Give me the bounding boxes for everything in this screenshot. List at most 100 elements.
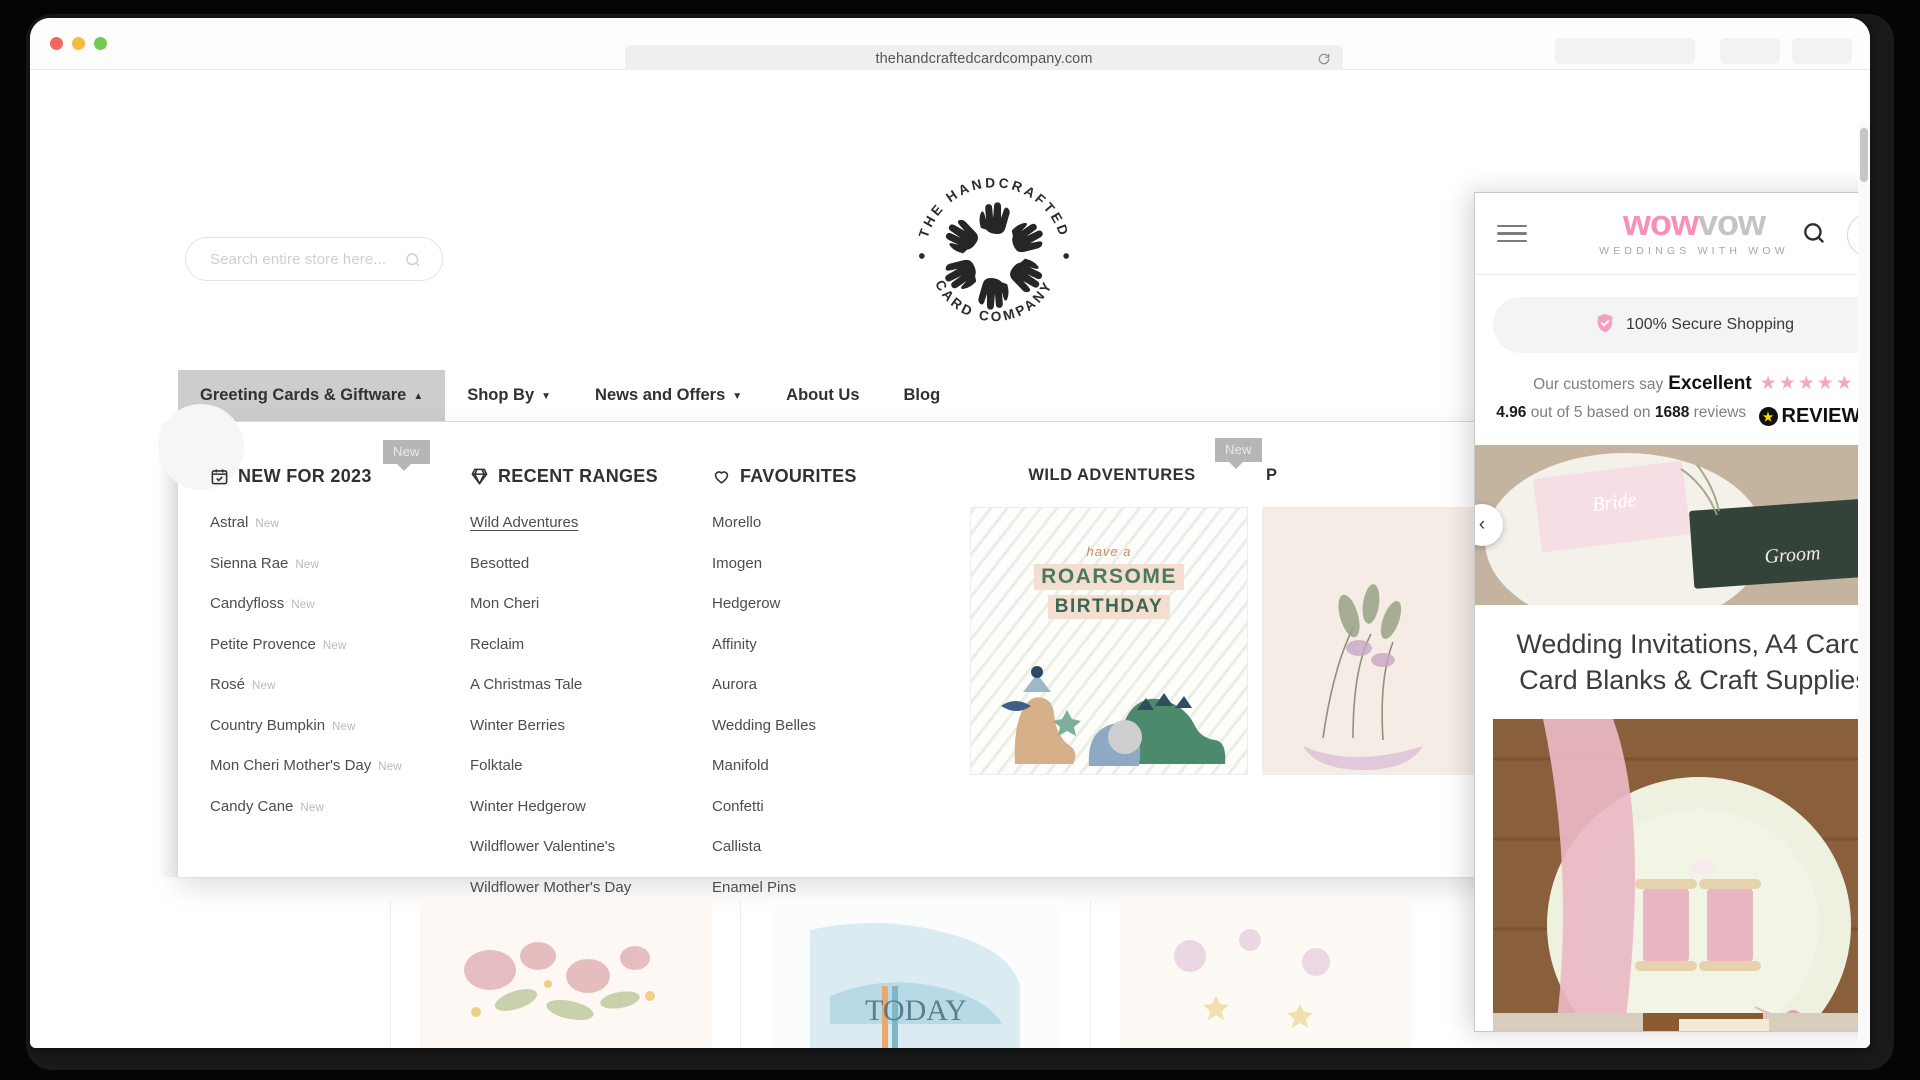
column-heading: RECENT RANGES bbox=[470, 466, 712, 487]
menu-link[interactable]: Sienna Rae New bbox=[210, 555, 470, 572]
menu-link-tag: New bbox=[300, 801, 324, 814]
menu-link[interactable]: Reclaim bbox=[470, 636, 712, 653]
menu-link-label: Rosé bbox=[210, 676, 246, 693]
menu-link-label: Manifold bbox=[712, 757, 769, 774]
dinosaur-illustration bbox=[1001, 666, 1226, 766]
next-tile-preview[interactable] bbox=[1493, 1013, 1870, 1031]
menu-link[interactable]: Mon Cheri bbox=[470, 595, 712, 612]
product-artwork bbox=[1119, 900, 1412, 1048]
browser-tab-chip-1[interactable] bbox=[1555, 38, 1695, 64]
card-text-small: have a bbox=[1086, 544, 1132, 559]
minimize-window-button[interactable] bbox=[72, 37, 85, 50]
reviews-io-logo[interactable]: ★REVIEWS.io bbox=[1758, 401, 1870, 432]
reviews-count: 1688 bbox=[1654, 404, 1690, 422]
menu-link[interactable]: Candyfloss New bbox=[210, 595, 470, 612]
menu-link[interactable]: Callista bbox=[712, 838, 962, 855]
window-traffic-lights bbox=[50, 37, 107, 50]
nav-item-blog[interactable]: Blog bbox=[882, 370, 963, 421]
hero-carousel[interactable]: Bride Groom ‹ › bbox=[1475, 445, 1870, 606]
menu-link-label: Confetti bbox=[712, 797, 764, 815]
column-heading: FAVOURITES bbox=[712, 466, 962, 487]
reviews-io-star-icon: ★ bbox=[1758, 407, 1778, 427]
mega-menu-panel: New NEW FOR 2023 Astral New Sienna Rae New bbox=[158, 404, 1668, 936]
menu-link[interactable]: Candy Cane New bbox=[210, 798, 470, 815]
product-cell[interactable] bbox=[1090, 900, 1440, 1048]
wowvow-wordmark: wowvow bbox=[1599, 205, 1789, 241]
menu-link[interactable]: Enamel Pins bbox=[712, 879, 962, 896]
menu-link[interactable]: Mon Cheri Mother's Day New bbox=[210, 757, 470, 774]
menu-link[interactable]: Rosé New bbox=[210, 676, 470, 693]
menu-link[interactable]: Wedding Belles bbox=[712, 717, 962, 734]
chevron-down-icon: ▼ bbox=[732, 390, 743, 402]
menu-link[interactable]: Affinity bbox=[712, 636, 962, 653]
menu-link[interactable]: Winter Hedgerow bbox=[470, 798, 712, 815]
menu-link-label: Sienna Rae bbox=[210, 554, 289, 572]
menu-link[interactable]: Winter Berries bbox=[470, 717, 712, 734]
site-logo[interactable]: THE HANDCRAFTED CARD COMPANY bbox=[906, 168, 1082, 344]
mega-menu-promo-wild-adventures[interactable]: New WILD ADVENTURES have a ROARSOME BIRT… bbox=[962, 438, 1262, 877]
menu-link[interactable]: Morello bbox=[712, 514, 962, 531]
nav-label: Greeting Cards & Giftware bbox=[200, 386, 407, 404]
menu-link-tag: New bbox=[255, 518, 279, 530]
menu-link-tag: New bbox=[295, 558, 320, 571]
wordmark-wow: wow bbox=[1622, 202, 1699, 243]
reviews-summary[interactable]: Our customers say Excellent ★★★★★ 4.96 out… bbox=[1475, 369, 1870, 429]
product-row: TODAY bbox=[390, 900, 1480, 1048]
menu-link[interactable]: Aurora bbox=[712, 676, 962, 693]
search-icon[interactable] bbox=[1801, 220, 1827, 246]
search-icon[interactable] bbox=[404, 251, 422, 269]
menu-link-label: Morello bbox=[712, 514, 762, 531]
menu-link[interactable]: Besotted bbox=[470, 555, 712, 572]
menu-link-label: Country Bumpkin bbox=[210, 716, 326, 734]
product-cell[interactable] bbox=[390, 900, 740, 1048]
menu-link-label: Astral bbox=[210, 514, 249, 531]
category-tile-silk-ribbons[interactable]: Silk Ribbons bbox=[1493, 719, 1870, 1031]
nav-item-shop-by[interactable]: Shop By ▼ bbox=[445, 370, 573, 421]
hamburger-icon[interactable] bbox=[1497, 220, 1527, 248]
nav-item-about-us[interactable]: About Us bbox=[764, 370, 881, 421]
page-scrollbar[interactable] bbox=[1858, 122, 1870, 1048]
menu-link-label: Candyfloss bbox=[210, 595, 285, 612]
secure-shopping-banner: 100% Secure Shopping bbox=[1493, 297, 1870, 353]
menu-link[interactable]: Astral New bbox=[210, 514, 470, 531]
menu-link[interactable]: Wildflower Mother's Day bbox=[470, 879, 712, 896]
menu-link-tag: New bbox=[322, 639, 347, 652]
menu-link[interactable]: Country Bumpkin New bbox=[210, 717, 470, 734]
menu-link-label: A Christmas Tale bbox=[470, 676, 583, 693]
search-input[interactable]: Search entire store here... bbox=[185, 237, 443, 281]
maximize-window-button[interactable] bbox=[94, 37, 107, 50]
scrollbar-thumb[interactable] bbox=[1860, 128, 1868, 182]
reload-icon[interactable] bbox=[1317, 52, 1331, 66]
browser-titlebar: thehandcraftedcardcompany.com bbox=[30, 18, 1870, 72]
wowvow-logo[interactable]: wowvow WEDDINGS WITH WOW bbox=[1599, 205, 1789, 258]
menu-link-label: Imogen bbox=[712, 554, 763, 572]
wowvow-tagline: WEDDINGS WITH WOW bbox=[1599, 245, 1789, 257]
menu-link[interactable]: Imogen bbox=[712, 555, 962, 572]
reviews-line-1: Our customers say Excellent ★★★★★ bbox=[1475, 369, 1870, 398]
chevron-down-icon: ▼ bbox=[541, 390, 552, 402]
card-artwork-text: have a ROARSOME BIRTHDAY bbox=[971, 544, 1247, 619]
shield-check-icon bbox=[1594, 312, 1616, 339]
menu-link[interactable]: Petite Provence New bbox=[210, 636, 470, 653]
menu-link[interactable]: Wildflower Valentine's bbox=[470, 838, 712, 855]
address-bar[interactable]: thehandcraftedcardcompany.com bbox=[625, 45, 1343, 72]
product-cell[interactable]: TODAY bbox=[740, 900, 1090, 1048]
product-artwork: TODAY bbox=[769, 900, 1062, 1048]
nav-item-news-and-offers[interactable]: News and Offers ▼ bbox=[573, 370, 764, 421]
menu-link-label: Wildflower Mother's Day bbox=[470, 878, 632, 896]
browser-tab-chip-3[interactable] bbox=[1792, 38, 1852, 64]
menu-link[interactable]: Folktale bbox=[470, 757, 712, 774]
menu-link-label: Aurora bbox=[712, 676, 758, 693]
column-heading-label: FAVOURITES bbox=[740, 466, 857, 486]
promo-image[interactable]: have a ROARSOME BIRTHDAY bbox=[970, 507, 1248, 775]
menu-link[interactable]: Hedgerow bbox=[712, 595, 962, 612]
menu-link[interactable]: Wild Adventures bbox=[470, 514, 712, 531]
menu-link[interactable]: Confetti bbox=[712, 798, 962, 815]
star-rating-icon: ★★★★★ bbox=[1759, 373, 1855, 394]
panel-heading: Wedding Invitations, A4 Card, Card Blank… bbox=[1516, 629, 1870, 696]
menu-link[interactable]: Manifold bbox=[712, 757, 962, 774]
browser-tab-chip-2[interactable] bbox=[1720, 38, 1780, 64]
close-window-button[interactable] bbox=[50, 37, 63, 50]
column-heading-label: RECENT RANGES bbox=[498, 466, 658, 486]
menu-link[interactable]: A Christmas Tale bbox=[470, 676, 712, 693]
